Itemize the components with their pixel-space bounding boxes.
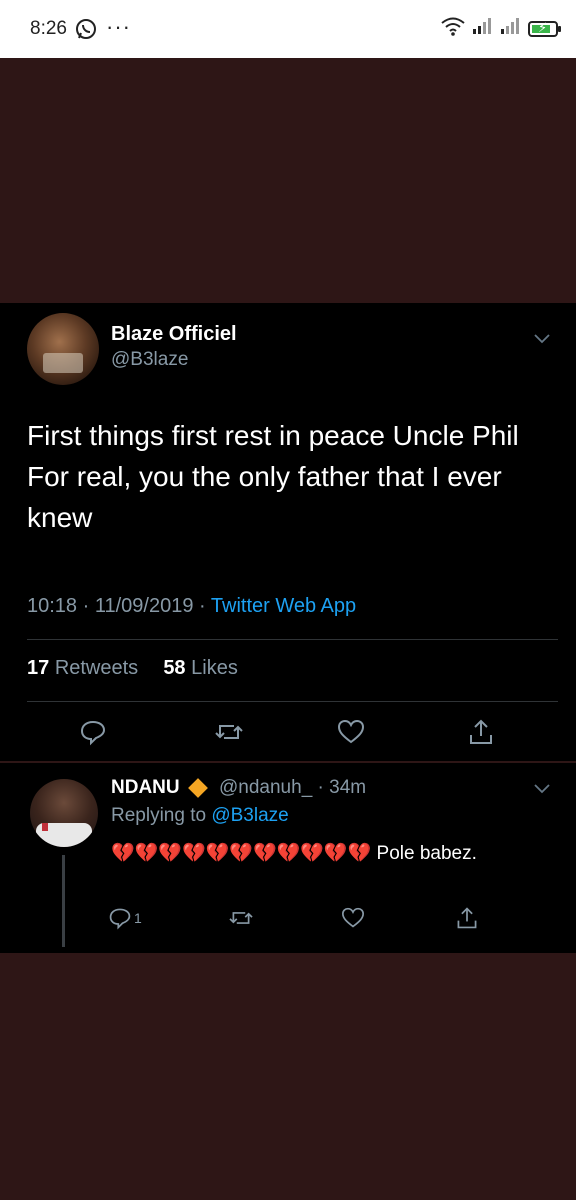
status-icons: ⚡ (440, 16, 561, 41)
tweet-author-handle[interactable]: @B3laze (111, 349, 188, 371)
tweet-stats: 17 Retweets 58 Likes (27, 657, 238, 680)
divider (27, 701, 558, 702)
tweet-card[interactable]: Blaze Officiel @B3laze First things firs… (0, 303, 576, 761)
replying-to: Replying to @B3laze (111, 805, 289, 827)
tweet-date: 11/09/2019 (94, 595, 194, 617)
battery-charging-icon: ⚡ (528, 20, 561, 37)
reply-author-meta[interactable]: @ndanuh_ · 34m (219, 777, 366, 799)
thread-line (62, 855, 65, 947)
avatar[interactable] (27, 313, 99, 385)
wifi-icon (440, 16, 466, 41)
status-time: 8:26 (30, 18, 67, 39)
likes-label[interactable]: Likes (191, 657, 238, 679)
reply-age: 34m (329, 777, 367, 798)
share-icon[interactable] (464, 715, 498, 749)
reply-card[interactable]: NDANU @ndanuh_ · 34m Replying to @B3laze… (0, 763, 576, 953)
retweet-icon[interactable] (224, 901, 258, 935)
replying-to-link[interactable]: @B3laze (211, 805, 288, 826)
likes-count[interactable]: 58 (163, 657, 185, 679)
replying-to-label: Replying to (111, 805, 207, 826)
tweet-source-link[interactable]: Twitter Web App (211, 595, 356, 617)
divider (27, 639, 558, 640)
reply-text-content: Pole babez. (376, 843, 477, 864)
tweet-meta: 10:18 · 11/09/2019 · Twitter Web App (27, 595, 357, 617)
reply-author-handle[interactable]: @ndanuh_ (219, 777, 312, 798)
reply-count: 1 (134, 910, 142, 926)
tweet-author-name[interactable]: Blaze Officiel (111, 323, 237, 346)
reply-avatar[interactable] (30, 779, 98, 847)
whatsapp-icon (74, 17, 98, 46)
chevron-down-icon[interactable] (532, 781, 552, 800)
reply-author-name[interactable]: NDANU (111, 777, 180, 799)
retweet-icon[interactable] (212, 715, 246, 749)
like-heart-icon[interactable] (336, 901, 370, 935)
chevron-down-icon[interactable] (532, 331, 552, 350)
retweets-count[interactable]: 17 (27, 657, 49, 679)
reply-icon[interactable]: 1 (108, 901, 154, 935)
more-notifications-icon: ··· (106, 14, 131, 39)
status-bar: 8:26 ··· ⚡ (0, 0, 576, 58)
like-heart-icon[interactable] (334, 715, 368, 749)
badge-diamond-icon (188, 778, 208, 798)
share-icon[interactable] (450, 901, 484, 935)
reply-icon[interactable] (76, 715, 110, 749)
tweet-text: First things first rest in peace Uncle P… (27, 420, 519, 533)
broken-heart-emojis: 💔💔💔💔💔💔💔💔💔💔💔 (111, 843, 372, 864)
signal-icon-2 (500, 17, 522, 40)
reply-text: 💔💔💔💔💔💔💔💔💔💔💔 Pole babez. (111, 839, 531, 868)
tweet-time: 10:18 (27, 595, 78, 617)
retweets-label[interactable]: Retweets (55, 657, 138, 679)
signal-icon (472, 17, 494, 40)
